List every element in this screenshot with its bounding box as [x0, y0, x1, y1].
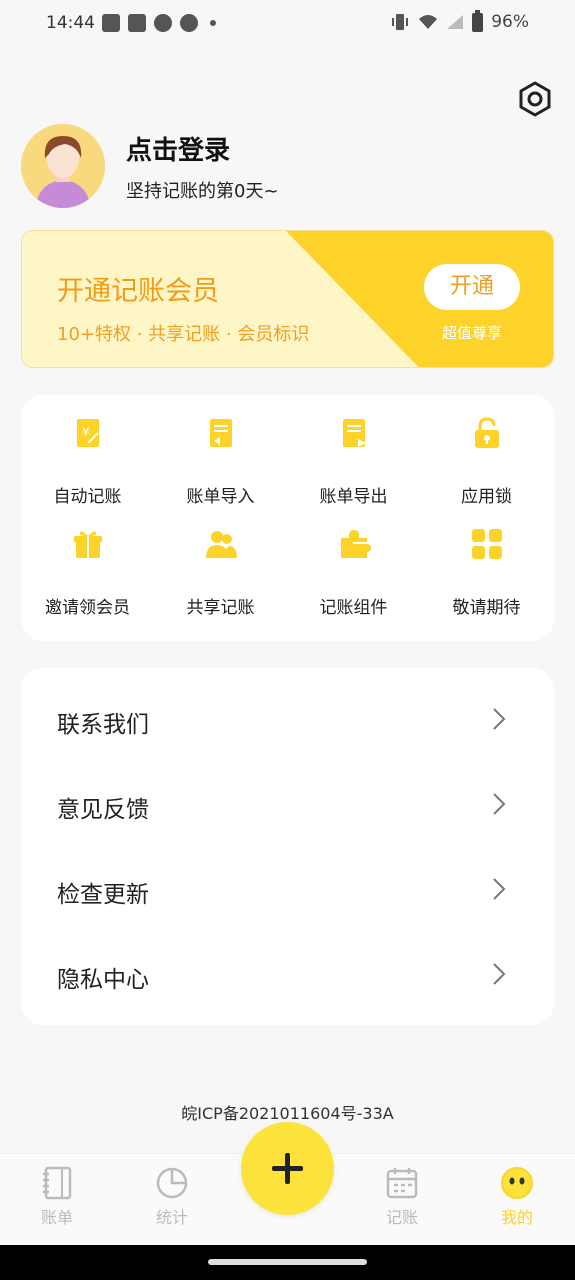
- feature-label: 账单导出: [319, 487, 388, 507]
- auto-bookkeeping-icon: ¥: [76, 419, 99, 447]
- status-right: 96%: [390, 9, 529, 32]
- feature-shared-bookkeeping[interactable]: 共享记账: [154, 506, 287, 618]
- battery-icon: [472, 9, 484, 32]
- feature-label: 邀请领会员: [45, 598, 130, 618]
- menu-item-check-update[interactable]: 检查更新: [21, 848, 554, 933]
- chevron-right-icon: [493, 708, 506, 730]
- calendar-icon: [386, 1168, 418, 1199]
- signal-icon: [447, 15, 464, 29]
- bill-book-icon: [43, 1166, 72, 1200]
- feature-label: 记账组件: [319, 598, 388, 618]
- chevron-right-icon: [493, 878, 506, 900]
- feature-label: 自动记账: [53, 487, 122, 507]
- feature-bill-import[interactable]: 账单导入: [154, 395, 287, 507]
- notification-icons: [102, 14, 216, 32]
- gift-icon: [73, 531, 102, 558]
- avatar[interactable]: [21, 124, 105, 208]
- vibrate-icon: [392, 14, 409, 30]
- icp-license: 皖ICP备2021011604号-33A: [181, 1104, 394, 1123]
- menu-item-privacy-center[interactable]: 隐私中心: [21, 933, 554, 1018]
- nav-mine[interactable]: 我的: [477, 1166, 557, 1228]
- status-time: 14:44: [46, 13, 95, 33]
- settings-icon[interactable]: [516, 80, 554, 118]
- nav-bills[interactable]: 账单: [17, 1166, 97, 1228]
- notification-gauge-icon: [180, 14, 198, 32]
- shared-users-icon: [205, 531, 237, 558]
- menu-item-feedback[interactable]: 意见反馈: [21, 763, 554, 848]
- feature-widget[interactable]: 记账组件: [287, 506, 420, 618]
- nav-label: 记账: [385, 1208, 418, 1227]
- battery-percent: 96%: [491, 12, 529, 32]
- nav-label: 统计: [155, 1208, 188, 1227]
- more-grid-icon: [471, 529, 502, 559]
- feature-auto-bookkeeping[interactable]: ¥ 自动记账: [21, 395, 154, 507]
- nav-bookkeeping[interactable]: 记账: [362, 1166, 442, 1228]
- nav-label: 账单: [40, 1208, 73, 1227]
- feature-coming-soon[interactable]: 敬请期待: [420, 506, 553, 618]
- feature-label: 应用锁: [461, 487, 512, 507]
- bill-export-icon: [342, 419, 366, 447]
- menu-label: 联系我们: [57, 712, 149, 738]
- menu-label: 检查更新: [57, 882, 149, 908]
- notification-bag-icon: [102, 14, 120, 32]
- more-notifications-dot-icon: [210, 20, 216, 26]
- app-lock-icon: [474, 417, 499, 448]
- menu-label: 隐私中心: [57, 967, 149, 993]
- add-record-button[interactable]: [241, 1122, 334, 1215]
- days-subtitle: 坚持记账的第0天~: [126, 181, 279, 202]
- home-indicator[interactable]: [208, 1259, 367, 1265]
- wifi-icon: [419, 15, 438, 29]
- vip-open-subtitle: 超值尊享: [441, 324, 502, 342]
- menu-item-contact-us[interactable]: 联系我们: [21, 678, 554, 763]
- chevron-right-icon: [493, 793, 506, 815]
- nav-label: 我的: [500, 1208, 533, 1227]
- bill-import-icon: [209, 419, 232, 447]
- vip-open-button[interactable]: 开通: [424, 264, 520, 310]
- pie-chart-icon: [156, 1167, 188, 1199]
- feature-label: 敬请期待: [452, 598, 521, 618]
- system-nav-bar: [0, 1245, 575, 1280]
- notification-bag-icon: [128, 14, 146, 32]
- settings-menu: 联系我们 意见反馈 检查更新 隐私中心: [21, 668, 554, 1025]
- feature-invite-member[interactable]: 邀请领会员: [21, 506, 154, 618]
- feature-label: 账单导入: [186, 487, 255, 507]
- nav-statistics[interactable]: 统计: [132, 1166, 212, 1228]
- status-bar: 14:44 96%: [0, 0, 575, 48]
- feature-label: 共享记账: [186, 598, 255, 618]
- feature-bill-export[interactable]: 账单导出: [287, 395, 420, 507]
- menu-label: 意见反馈: [57, 797, 149, 823]
- vip-subtitle: 10+特权 · 共享记账 · 会员标识: [57, 324, 310, 345]
- vip-card[interactable]: 开通记账会员 10+特权 · 共享记账 · 会员标识 开通 超值尊享: [21, 230, 554, 368]
- feature-grid: ¥ 自动记账 账单导入 账单导出 应用锁 邀请领会员 共享记账 记账组件 敬请期…: [21, 395, 554, 641]
- vip-title: 开通记账会员: [57, 276, 219, 307]
- svg-text:¥: ¥: [82, 425, 90, 439]
- smiley-icon: [501, 1167, 533, 1199]
- login-title[interactable]: 点击登录: [126, 130, 230, 167]
- widget-puzzle-icon: [340, 530, 371, 558]
- chevron-right-icon: [493, 963, 506, 985]
- feature-app-lock[interactable]: 应用锁: [420, 395, 553, 507]
- notification-gauge-icon: [154, 14, 172, 32]
